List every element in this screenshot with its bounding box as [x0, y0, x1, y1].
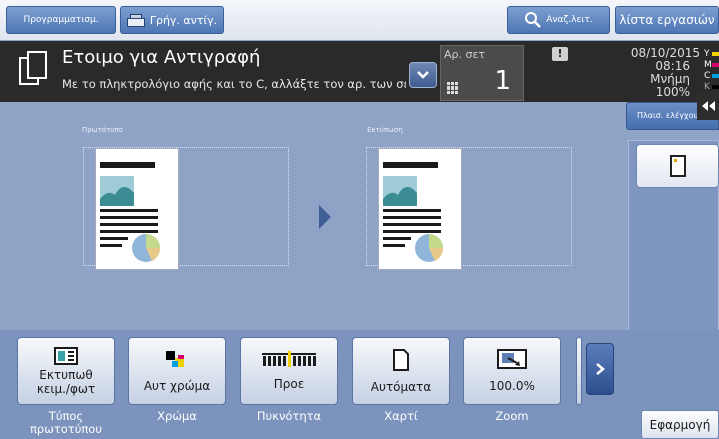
- zoom-icon: [497, 349, 527, 369]
- document-illustration-icon: [383, 162, 444, 262]
- color-label: Χρώμα: [157, 409, 197, 423]
- page-icon: [669, 155, 686, 177]
- status-title: Ετοιμο για Αντιγραφή: [62, 47, 261, 68]
- apply-label: Εφαρμογή: [649, 417, 711, 432]
- sets-counter[interactable]: Αρ. σετ 1: [440, 45, 524, 101]
- double-chevron-left-icon: [702, 101, 715, 111]
- color-value: Αυτ χρώμα: [143, 379, 211, 393]
- collapse-panel-button[interactable]: [697, 92, 719, 120]
- next-page-button[interactable]: [586, 343, 614, 395]
- density-label: Πυκνότητα: [256, 409, 322, 423]
- paper-button[interactable]: Αυτόματα: [352, 337, 450, 405]
- quick-copy-button[interactable]: Γρήγ. αντίγ.: [120, 6, 224, 34]
- document-illustration-icon: [100, 162, 161, 262]
- time-display: 08:16: [655, 59, 690, 73]
- paper-label: Χαρτί: [384, 409, 418, 423]
- original-type-button[interactable]: Εκτυπωθ κειμ./φωτ: [17, 337, 115, 405]
- apply-button[interactable]: Εφαρμογή: [641, 410, 719, 439]
- memory-label: Μνήμη: [650, 72, 690, 86]
- copy-mode-icon: [19, 51, 47, 85]
- copier-icon: [126, 13, 147, 27]
- toner-c-letter: C: [704, 70, 711, 81]
- original-type-label: Τύπος πρωτοτύπου: [29, 409, 102, 436]
- date-display: 08/10/2015: [630, 46, 700, 60]
- message-expand-button[interactable]: [409, 62, 437, 88]
- paper-value: Αυτόματα: [370, 380, 432, 394]
- search-icon: [525, 12, 542, 28]
- original-document-thumbnail: [96, 149, 178, 269]
- search-function-label: Αναζ.λειτ.: [546, 15, 593, 25]
- original-type-icon: [54, 346, 78, 365]
- color-button[interactable]: Αυτ χρώμα: [128, 337, 226, 405]
- programs-label: Προγραμματισμ.: [23, 15, 99, 25]
- zoom-value: 100.0%: [489, 379, 535, 393]
- toner-m-letter: M: [704, 59, 712, 70]
- toner-indicator: Y M C K: [704, 48, 719, 92]
- programs-button[interactable]: Προγραμματισμ.: [6, 6, 116, 34]
- output-document-thumbnail: [379, 149, 461, 269]
- quick-copy-label: Γρήγ. αντίγ.: [149, 13, 218, 27]
- warning-icon[interactable]: !: [552, 47, 568, 61]
- original-type-value: Εκτυπωθ κειμ./φωτ: [36, 367, 96, 396]
- density-button[interactable]: Προε: [240, 337, 338, 405]
- search-function-button[interactable]: Αναζ.λειτ.: [507, 6, 610, 34]
- zoom-button[interactable]: 100.0%: [463, 337, 561, 405]
- original-caption: Πρωτότυπο: [82, 126, 123, 134]
- chevron-right-icon: [596, 363, 605, 375]
- job-list-label: λίστα εργασιών: [619, 13, 715, 27]
- output-caption: Εκτύπωση: [367, 126, 403, 134]
- zoom-label: Zoom: [495, 409, 529, 423]
- arrow-right-icon: [319, 205, 331, 229]
- document-view-button[interactable]: [636, 144, 719, 188]
- density-gauge-icon: [262, 351, 316, 367]
- toner-y-letter: Y: [704, 48, 710, 59]
- memory-value: 100%: [655, 85, 690, 99]
- job-list-button[interactable]: λίστα εργασιών: [615, 6, 719, 34]
- toner-k-letter: K: [704, 81, 710, 92]
- keypad-icon: [447, 82, 459, 94]
- paper-icon: [393, 349, 409, 371]
- status-message: Με το πληκτρολόγιο αφής και το C, αλλάξτ…: [62, 77, 406, 91]
- more-settings-tile-edge[interactable]: [576, 337, 582, 405]
- sets-value: 1: [494, 66, 511, 96]
- sets-label: Αρ. σετ: [444, 48, 486, 61]
- color-squares-icon: [166, 351, 184, 367]
- control-panel-label: Πλαισ. ελέγχου: [637, 111, 699, 120]
- chevron-down-icon: [417, 71, 429, 79]
- density-value: Προε: [273, 377, 305, 391]
